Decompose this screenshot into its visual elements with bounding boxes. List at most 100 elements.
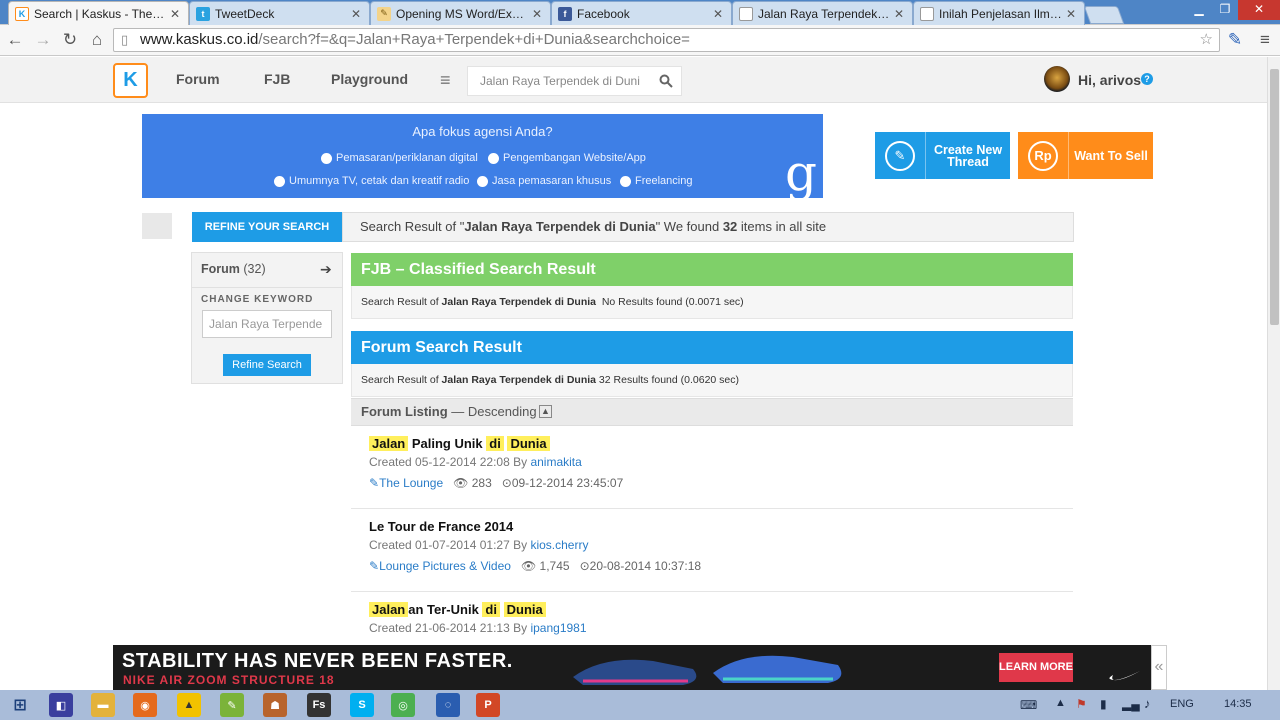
chrome-icon[interactable]: ◎ — [391, 693, 415, 717]
want-to-sell-button[interactable]: Rp Want To Sell — [1018, 132, 1153, 179]
user-greeting[interactable]: Hi, arivos — [1078, 72, 1141, 88]
author-link[interactable]: animakita — [530, 455, 581, 469]
close-window-button[interactable]: ✕ — [1238, 0, 1280, 20]
app-icon[interactable]: ☗ — [263, 693, 287, 717]
fjb-result: No Results found (0.0071 sec) — [601, 296, 744, 308]
avatar[interactable] — [1044, 66, 1070, 92]
language-indicator[interactable]: ENG — [1170, 698, 1194, 710]
app-icon[interactable]: ▲ — [177, 693, 201, 717]
reload-icon[interactable]: ↻ — [59, 29, 81, 51]
ad-option[interactable]: Umumnya TV, cetak dan kreatif radio — [274, 175, 469, 187]
radio-icon — [321, 152, 332, 164]
folder-icon[interactable]: ▬ — [91, 693, 115, 717]
close-tab-icon[interactable]: ✕ — [713, 7, 725, 21]
scrollbar-thumb[interactable] — [1270, 69, 1279, 325]
nav-playground[interactable]: Playground — [331, 71, 408, 87]
tab-inilah-penjelasan[interactable]: Inilah Penjelasan Ilmiah Te ✕ — [913, 1, 1085, 25]
windows-start-icon[interactable]: ⊞ — [8, 693, 32, 717]
thread-row[interactable]: Le Tour de France 2014 Created 01-07-2014… — [351, 509, 1073, 592]
collapse-ad-button[interactable]: « — [1151, 645, 1167, 690]
nav-forum[interactable]: Forum — [176, 71, 220, 87]
clock[interactable]: 14:35 — [1224, 698, 1252, 710]
tweetdeck-icon: t — [196, 6, 210, 21]
forum-count: (32) — [243, 262, 266, 276]
tab-kaskus-search[interactable]: K Search | Kaskus - The Larg ✕ — [8, 1, 189, 25]
sell-label: Want To Sell — [1074, 148, 1148, 163]
fjb-result-line: Search Result of Jalan Raya Terpendek di… — [351, 286, 1073, 319]
thread-meta: ✎Lounge Pictures & Video 👁 1,745 ⊙20-08-… — [369, 559, 701, 573]
tag-icon: ✎ — [369, 559, 380, 573]
fjb-query: Jalan Raya Terpendek di Dunia — [441, 296, 596, 308]
menu-icon[interactable]: ≡ — [1254, 29, 1276, 51]
signal-icon[interactable]: ▂▄ — [1122, 697, 1140, 711]
thread-meta: ✎The Lounge 👁 283 ⊙09-12-2014 23:45:07 — [369, 476, 623, 490]
keyboard-icon[interactable]: ⌨ — [1020, 698, 1037, 712]
minimize-window-button[interactable]: ▁ — [1186, 0, 1212, 20]
close-tab-icon[interactable]: ✕ — [170, 7, 182, 21]
tab-jalan-raya[interactable]: Jalan Raya Terpendek di D ✕ — [732, 1, 913, 25]
volume-icon[interactable]: ♪ — [1144, 696, 1151, 711]
restore-window-button[interactable]: ❐ — [1212, 0, 1238, 20]
hamburger-menu-icon[interactable]: ≡ — [440, 70, 451, 91]
thread-row[interactable]: Jalan Paling Unik di Dunia Created 05-12-… — [351, 426, 1073, 509]
create-new-thread-button[interactable]: ✎ Create New Thread — [875, 132, 1010, 179]
notepad-icon[interactable]: ✎ — [220, 693, 244, 717]
tab-tweetdeck[interactable]: t TweetDeck ✕ — [189, 1, 370, 25]
powerpoint-icon[interactable]: P — [476, 693, 500, 717]
kaskus-logo[interactable]: K — [113, 63, 148, 98]
app-icon[interactable]: ◌ — [436, 693, 460, 717]
learn-more-button[interactable]: LEARN MORE — [999, 653, 1073, 682]
nike-ad-banner[interactable]: STABILITY HAS NEVER BEEN FASTER. NIKE AI… — [113, 645, 1151, 690]
sidebar-toggle[interactable] — [142, 213, 172, 239]
ad-option[interactable]: Jasa pemasaran khusus — [477, 175, 611, 187]
close-tab-icon[interactable]: ✕ — [1066, 7, 1078, 21]
back-arrow-icon[interactable]: ← — [4, 29, 26, 51]
keyword-input[interactable]: Jalan Raya Terpende — [202, 310, 332, 338]
firefox-icon[interactable]: ◉ — [133, 693, 157, 717]
close-tab-icon[interactable]: ✕ — [532, 7, 544, 21]
skype-icon[interactable]: S — [350, 693, 374, 717]
bookmark-star-icon[interactable]: ☆ — [1200, 29, 1213, 51]
refine-search-button[interactable]: Refine Search — [223, 354, 311, 376]
new-tab-button[interactable] — [1083, 6, 1125, 24]
pen-extension-icon[interactable]: ✎ — [1224, 29, 1246, 51]
battery-icon[interactable]: ▮ — [1100, 697, 1107, 711]
last-post-time: 20-08-2014 10:37:18 — [589, 559, 702, 573]
close-tab-icon[interactable]: ✕ — [894, 7, 906, 21]
home-icon[interactable]: ⌂ — [86, 29, 108, 51]
ad-option[interactable]: Pemasaran/periklanan digital — [321, 152, 478, 164]
forward-arrow-icon[interactable]: → — [32, 29, 54, 51]
view-count: 283 — [471, 476, 492, 490]
refine-your-search-tab[interactable]: REFINE YOUR SEARCH — [192, 212, 342, 242]
google-ad-banner[interactable]: Apa fokus agensi Anda? Pemasaran/perikla… — [142, 114, 823, 198]
thread-title[interactable]: Jalan an Ter-Unik di Dunia — [369, 602, 546, 617]
author-link[interactable]: ipang1981 — [530, 621, 586, 635]
forum-link[interactable]: Lounge Pictures & Video — [379, 559, 511, 573]
app-icon[interactable]: Fs — [307, 693, 331, 717]
address-bar[interactable]: ▯ www.kaskus.co.id/search?f=&q=Jalan+Ray… — [113, 28, 1220, 52]
summary-suffix: items in all site — [737, 219, 827, 234]
nav-fjb[interactable]: FJB — [264, 71, 290, 87]
collapse-up-icon[interactable]: ▲ — [539, 405, 552, 418]
help-icon[interactable]: ? — [1141, 73, 1153, 85]
page-icon — [920, 6, 934, 21]
created-date: Created 01-07-2014 01:27 By — [369, 538, 528, 552]
app-icon[interactable]: ◧ — [49, 693, 73, 717]
close-tab-icon[interactable]: ✕ — [351, 7, 363, 21]
ad-option[interactable]: Freelancing — [620, 175, 692, 187]
author-link[interactable]: kios.cherry — [530, 538, 588, 552]
search-icon[interactable] — [659, 74, 673, 88]
forum-link[interactable]: The Lounge — [379, 476, 443, 490]
radio-icon — [620, 175, 631, 187]
tray-expand-icon[interactable]: ▲ — [1055, 697, 1066, 709]
page-scrollbar[interactable] — [1267, 57, 1280, 690]
flag-icon[interactable]: ⚑ — [1076, 697, 1087, 711]
thread-title[interactable]: Le Tour de France 2014 — [369, 519, 513, 534]
ad-option[interactable]: Pengembangan Website/App — [488, 152, 646, 164]
header-search-input[interactable]: Jalan Raya Terpendek di Duni — [467, 66, 682, 96]
tab-opening-ms-word[interactable]: ✎ Opening MS Word/Excel/I ✕ — [370, 1, 551, 25]
thread-title[interactable]: Jalan Paling Unik di Dunia — [369, 436, 550, 451]
tab-facebook[interactable]: f Facebook ✕ — [551, 1, 732, 25]
sidebar-item-forum[interactable]: Forum (32) ➔ — [192, 253, 342, 288]
tab-title: Jalan Raya Terpendek di D — [758, 6, 890, 21]
